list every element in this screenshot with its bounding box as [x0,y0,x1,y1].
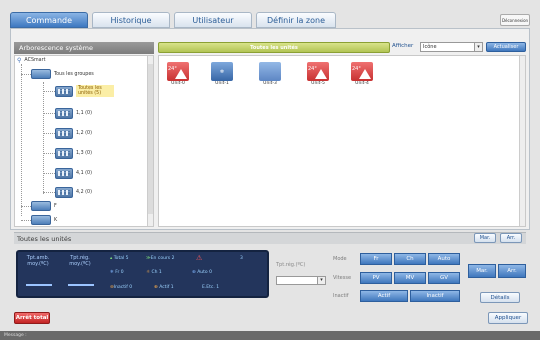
mode-label: Mode [333,256,347,262]
tree-group-item[interactable]: 4,1 (0) [55,168,92,179]
bar-icon: ▴ [110,256,113,261]
tab-definir-zone[interactable]: Définir la zone [256,12,336,28]
alarm-icon: ⚠ [196,254,203,262]
auto-icon: ⊛ [192,270,196,275]
status-bar: Message : [0,331,540,340]
system-tree: ⚲ ACSmart Tous les groupes Toutes les un… [14,55,154,227]
alarm-unit-icon: 24° [351,62,373,81]
stop-group-button[interactable]: Arr. [498,264,526,278]
unit-tile[interactable]: ❄ Unit-1 [209,62,235,86]
setpoint-label: Tpt.rég.(ºC) [276,262,306,268]
refresh-button[interactable]: Actualiser [486,42,526,52]
tab-commande[interactable]: Commande [10,12,88,28]
tree-all-units[interactable]: Toutes les unités (5) [55,85,114,97]
active-icon: ⊕ [154,285,158,290]
network-icon: ⚲ [17,57,22,64]
setpoint-select[interactable]: ▾ [276,276,326,285]
unit-tile[interactable]: 24° Unit-5 [305,62,331,86]
run-group-button[interactable]: Mar. [468,264,496,278]
unit-grid-icon [55,108,73,119]
control-header: Toutes les unités [14,232,526,244]
mode-cool-button[interactable]: Fr [360,253,392,265]
tree-header: Arborescence système [14,42,154,54]
unit-tile[interactable]: 24° Unit-0 [165,62,191,86]
unit-grid-icon [55,148,73,159]
unit-grid-icon [55,85,73,97]
view-label: Afficher [392,43,414,49]
details-button[interactable]: Détails [480,292,520,303]
unit-grid-icon [55,187,73,198]
speed-high-button[interactable]: GV [428,272,460,284]
tree-root[interactable]: ⚲ ACSmart [17,57,45,64]
mode-auto-button[interactable]: Auto [428,253,460,265]
inactive-label: Inactif [333,293,349,299]
snowflake-unit-icon: ❄ [211,62,233,81]
alarm-unit-icon: 24° [167,62,189,81]
disconnect-button[interactable]: Déconnexion [500,14,530,26]
tree-group-item[interactable]: 1,2 (0) [55,128,92,139]
stop-all-button[interactable]: Arrêt total [14,312,50,324]
tree-node-f[interactable]: F [31,201,57,211]
tree-group-item[interactable]: 1,3 (0) [55,148,92,159]
tree-group-item[interactable]: 1,1 (0) [55,108,92,119]
unit-off-icon [259,62,281,81]
tree-all-groups[interactable]: Tous les groupes [31,69,94,79]
app-window: Commande Historique Utilisateur Définir … [0,0,540,340]
units-title-bar: Toutes les unités [158,42,390,53]
stop-button[interactable]: Arr. [500,233,522,243]
unit-tile[interactable]: Unit-3 [257,62,283,86]
speed-mid-button[interactable]: MV [394,272,426,284]
activate-button[interactable]: Actif [360,290,408,302]
tree-group-item[interactable]: 4,2 (0) [55,187,92,198]
deactivate-button[interactable]: Inactif [410,290,460,302]
group-icon [31,201,51,211]
speed-low-button[interactable]: PV [360,272,392,284]
sun-icon: ☼ [146,270,151,275]
mode-heat-button[interactable]: Ch [394,253,426,265]
status-summary-panel: Tpt.amb. moy.(ºC) Tpt.rég. moy.(ºC) ▴ To… [16,250,269,298]
snowflake-icon: ❄ [110,270,114,275]
run-button[interactable]: Mar. [474,233,496,243]
units-scrollbar[interactable] [519,56,525,226]
group-icon [31,69,51,79]
main-tabs: Commande Historique Utilisateur Définir … [10,12,336,28]
tab-historique[interactable]: Historique [92,12,170,28]
speed-label: Vitesse [333,275,352,281]
unit-grid-icon [55,168,73,179]
tree-scrollbar[interactable] [147,56,153,226]
unit-grid-icon [55,128,73,139]
group-icon [31,215,51,225]
view-select[interactable]: Icône ▾ [420,42,483,52]
chevron-down-icon: ▾ [474,43,482,51]
tab-utilisateur[interactable]: Utilisateur [174,12,252,28]
apply-button[interactable]: Appliquer [488,312,528,324]
tree-node-k[interactable]: K [31,215,57,225]
alarm-unit-icon: 24° [307,62,329,81]
units-area: 24° Unit-0 ❄ Unit-1 Unit-3 24° Unit-5 24… [158,55,526,227]
unit-tile[interactable]: 24° Unit-4 [349,62,375,86]
chevron-down-icon: ▾ [317,277,325,284]
